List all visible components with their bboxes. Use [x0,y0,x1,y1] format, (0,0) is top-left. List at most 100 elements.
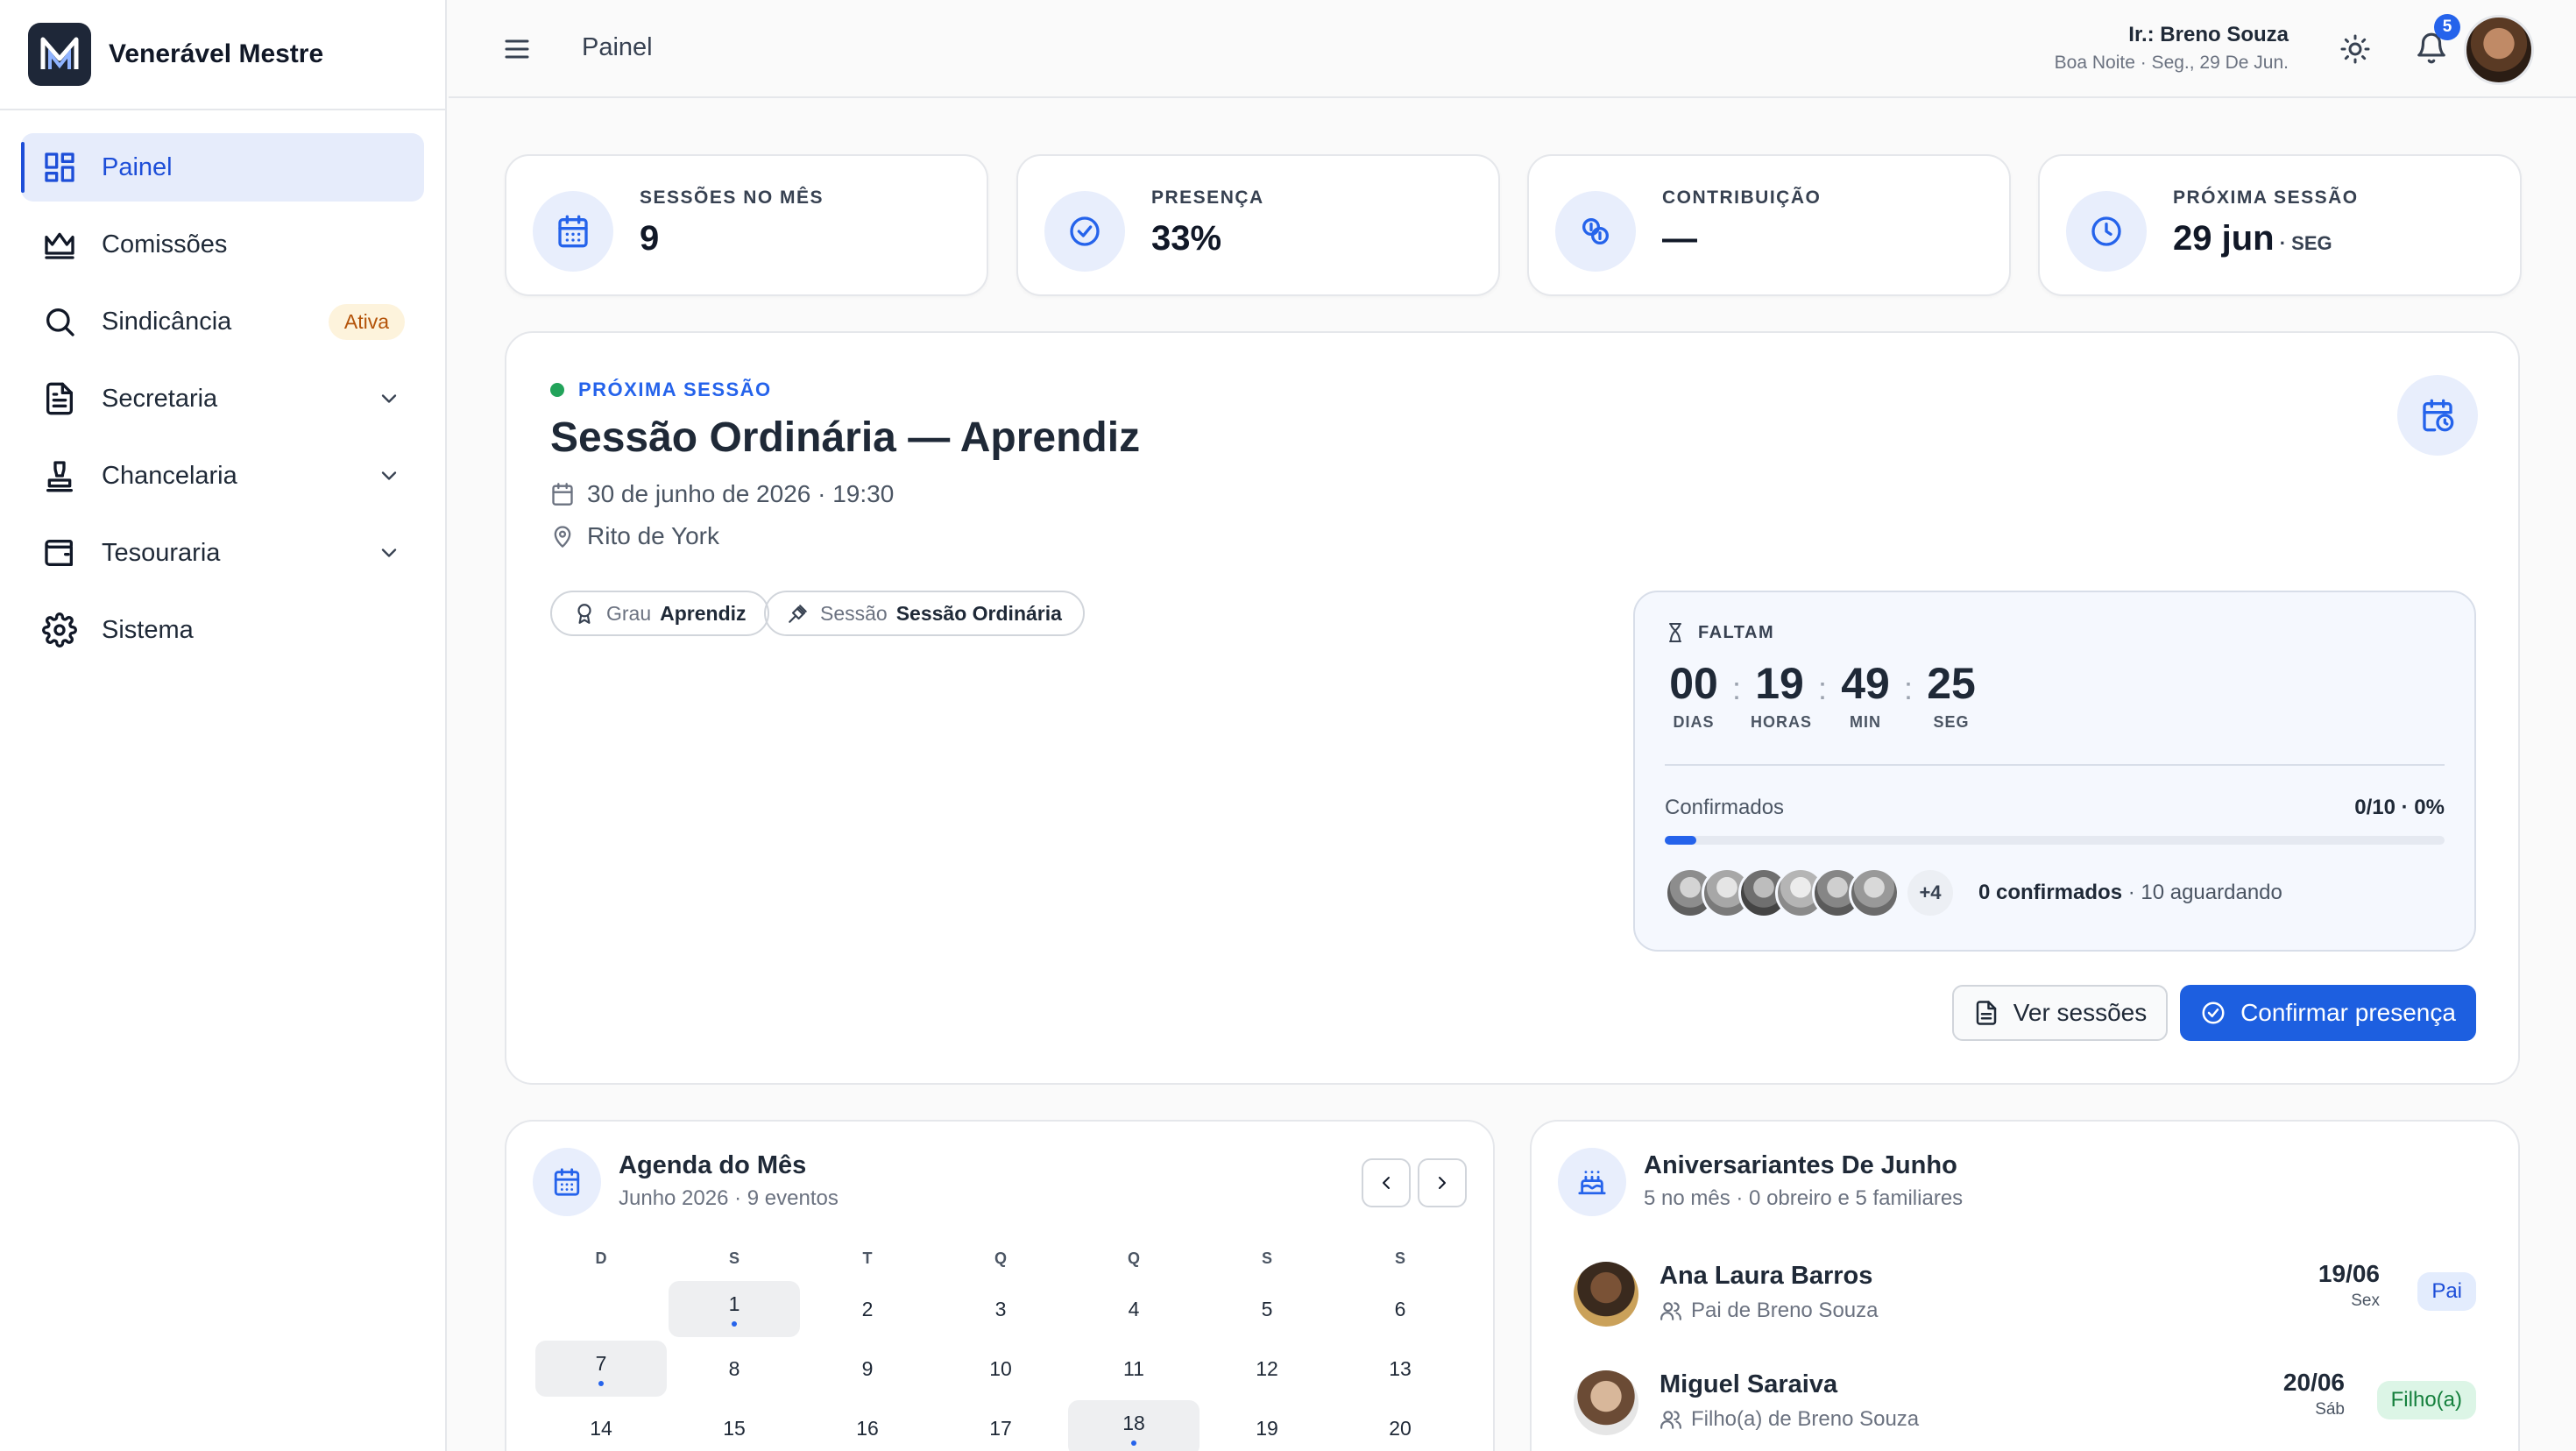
stamp-icon [46,461,74,492]
stat-card-contribuicao: CONTRIBUIÇÃO — [1527,154,2011,296]
calendar-day[interactable]: 8 [669,1341,800,1397]
map-pin-icon [554,526,571,548]
next-session-label: PRÓXIMA SESSÃO [550,379,772,401]
birthday-date: 19/06 Sex [2318,1260,2380,1310]
confirm-attendance-button[interactable]: Confirmar presença [2180,985,2476,1041]
confirmed-progress-bar [1665,836,2445,845]
crown-icon [45,232,74,259]
brand: Venerável Mestre [0,0,445,110]
sidebar-item-chancelaria[interactable]: Chancelaria [21,442,424,510]
check-circle-icon [2202,1002,2225,1024]
sidebar: Venerável Mestre Painel Comissões Sindic… [0,0,447,1451]
calendar-day[interactable]: 18 [1068,1400,1200,1451]
more-attendees-count[interactable]: +4 [1905,867,1956,918]
calendar-day[interactable]: 17 [935,1400,1066,1451]
sidebar-item-sistema[interactable]: Sistema [21,596,424,664]
birthdays-subtitle: 5 no mês · 0 obreiro e 5 familiares [1644,1186,1964,1210]
session-title: Sessão Ordinária — Aprendiz [550,414,1141,461]
countdown-minutes: 49 MIN [1841,659,1890,731]
person-relation: Filho(a) de Breno Souza [1660,1407,1919,1432]
countdown-days: 00 DIAS [1669,659,1718,731]
sidebar-item-label: Comissões [102,230,228,258]
avatar [1574,1370,1638,1435]
birthdays-panel: Aniversariantes De Junho 5 no mês · 0 ob… [1530,1120,2520,1451]
stat-label: PRESENÇA [1151,188,1264,208]
countdown-seconds: 25 SEG [1927,659,1976,731]
confirmed-value: 0/10 · 0% [2354,796,2445,819]
users-icon [1660,1411,1681,1429]
sidebar-item-painel[interactable]: Painel [21,133,424,202]
clock-icon [2066,191,2147,272]
sidebar-item-comissoes[interactable]: Comissões [21,210,424,279]
divider [1665,764,2445,766]
topbar: Painel Ir.: Breno Souza Boa Noite · Seg.… [449,0,2576,98]
calendar-day[interactable]: 12 [1201,1341,1333,1397]
chevron-left-icon [1383,1177,1390,1189]
person-name: Ana Laura Barros [1660,1262,1873,1290]
calendar-day[interactable]: 15 [669,1400,800,1451]
calendar-clock-icon [2423,399,2454,432]
menu-icon[interactable] [501,33,533,65]
stat-card-proxima-sessao: PRÓXIMA SESSÃO 29 jun · SEG [2038,154,2522,296]
weekday-header: T [862,1249,873,1267]
stat-card-presenca: PRESENÇA 33% [1016,154,1500,296]
calendar-day[interactable]: 13 [1334,1341,1466,1397]
countdown-separator: : [1731,670,1741,706]
countdown-label: FALTAM [1665,622,1774,643]
chevron-down-icon[interactable] [377,386,401,411]
calendar-clock-button[interactable] [2397,375,2478,456]
weekday-header: Q [1127,1249,1140,1267]
calendar-day[interactable]: 1 [669,1281,800,1337]
stat-label: CONTRIBUIÇÃO [1662,188,1822,208]
sun-icon[interactable] [2339,33,2371,65]
calendar-day[interactable]: 6 [1334,1281,1466,1337]
weekday-header: S [1261,1249,1272,1267]
calendar-icon [533,191,613,272]
agenda-title: Agenda do Mês [619,1151,807,1179]
event-dot [598,1380,604,1386]
sidebar-item-tesouraria[interactable]: Tesouraria [21,519,424,587]
file-text-icon [46,382,74,415]
attendee-avatars: +4 0 confirmados · 10 aguardando [1665,867,2282,918]
event-dot [1131,1440,1136,1446]
calendar-day[interactable]: 11 [1068,1341,1200,1397]
sidebar-item-sindicancia[interactable]: Sindicância Ativa [21,287,424,356]
dashboard-icon [45,152,74,182]
countdown-separator: : [1817,670,1827,706]
list-item[interactable]: Ana Laura Barros Pai de Breno Souza 19/0… [1574,1251,2476,1330]
weekday-header: Q [994,1249,1007,1267]
calendar-day[interactable]: 16 [802,1400,933,1451]
event-dot [732,1320,737,1327]
chip-sessao: Sessão Sessão Ordinária [764,591,1085,636]
calendar-day[interactable]: 10 [935,1341,1066,1397]
view-sessions-button[interactable]: Ver sessões [1952,985,2168,1041]
next-session-card: PRÓXIMA SESSÃO Sessão Ordinária — Aprend… [505,331,2520,1085]
calendar-day[interactable]: 5 [1201,1281,1333,1337]
chevron-down-icon[interactable] [377,464,401,488]
stat-value: 33% [1151,219,1222,258]
calendar-day[interactable]: 19 [1201,1400,1333,1451]
agenda-panel: Agenda do Mês Junho 2026 · 9 eventos D S T… [505,1120,1495,1451]
avatar[interactable] [2464,15,2534,85]
person-relation: Pai de Breno Souza [1660,1299,1878,1323]
sidebar-item-label: Secretaria [102,384,218,413]
next-month-button[interactable] [1418,1158,1467,1207]
user-info: Ir.: Breno Souza Boa Noite · Seg., 29 De… [2055,23,2289,74]
calendar-day[interactable]: 4 [1068,1281,1200,1337]
calendar-day[interactable]: 20 [1334,1400,1466,1451]
sidebar-item-secretaria[interactable]: Secretaria [21,365,424,433]
birthday-date: 20/06 Sáb [2282,1369,2345,1419]
gear-icon [42,612,77,648]
calendar-day[interactable]: 14 [535,1400,667,1451]
prev-month-button[interactable] [1362,1158,1411,1207]
calendar-day[interactable]: 3 [935,1281,1066,1337]
chevron-down-icon[interactable] [377,541,401,565]
calendar-day[interactable]: 2 [802,1281,933,1337]
status-dot [550,383,564,397]
avatar[interactable] [1849,867,1900,918]
list-item[interactable]: Miguel Saraiva Filho(a) de Breno Souza 2… [1574,1360,2476,1439]
countdown-hours: 19 HORAS [1751,659,1813,731]
calendar-day[interactable]: 9 [802,1341,933,1397]
sidebar-item-label: Chancelaria [102,461,237,490]
calendar-day[interactable]: 7 [535,1341,667,1397]
